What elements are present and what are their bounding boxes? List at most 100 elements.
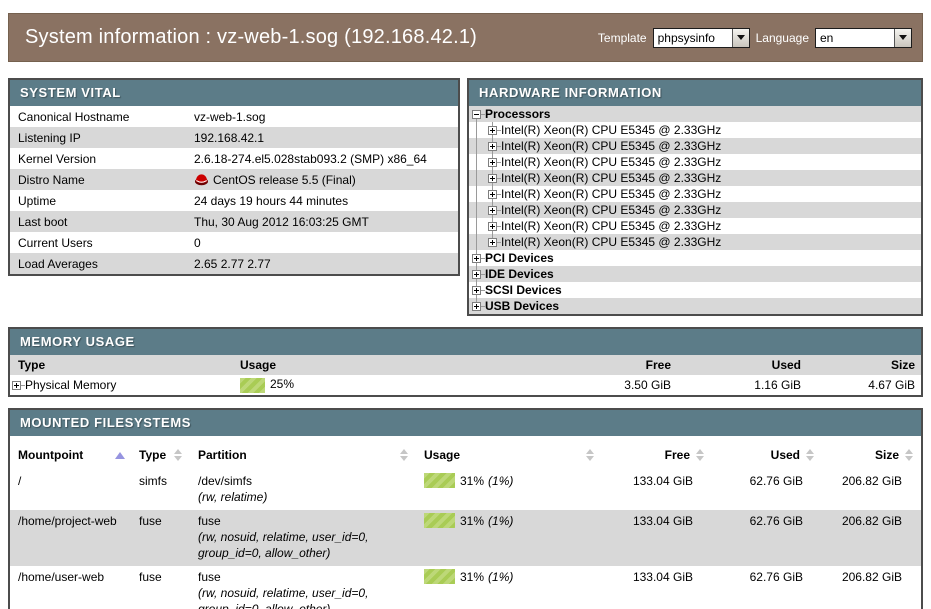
cpu-label: Intel(R) Xeon(R) CPU E5345 @ 2.33GHz bbox=[501, 171, 721, 185]
template-label: Template bbox=[598, 31, 647, 45]
top-panels: SYSTEM VITAL Canonical Hostname vz-web-1… bbox=[8, 78, 923, 316]
language-select[interactable]: en bbox=[815, 28, 912, 48]
usage-bar bbox=[240, 378, 265, 393]
cpu-label: Intel(R) Xeon(R) CPU E5345 @ 2.33GHz bbox=[501, 219, 721, 233]
tree-expand-icon[interactable] bbox=[488, 126, 497, 135]
tree-expand-icon[interactable] bbox=[488, 190, 497, 199]
fs-col-usage[interactable]: Usage bbox=[416, 448, 602, 462]
vital-label: Current Users bbox=[10, 236, 194, 250]
fs-used-value: 62.76 GiB bbox=[712, 569, 822, 609]
vital-row: Current Users 0 bbox=[10, 232, 458, 253]
vital-row: Listening IP 192.168.42.1 bbox=[10, 127, 458, 148]
tree-expand-icon[interactable] bbox=[488, 206, 497, 215]
usage-inode-percent: (1%) bbox=[488, 569, 513, 585]
tree-item-scsi-devices[interactable]: SCSI Devices bbox=[469, 282, 921, 298]
cpu-label: Intel(R) Xeon(R) CPU E5345 @ 2.33GHz bbox=[501, 235, 721, 249]
tree-expand-icon[interactable] bbox=[472, 254, 481, 263]
tree-item-cpu[interactable]: Intel(R) Xeon(R) CPU E5345 @ 2.33GHz bbox=[469, 154, 921, 170]
fs-mountpoint: /home/user-web bbox=[10, 569, 131, 609]
tree-expand-icon[interactable] bbox=[488, 142, 497, 151]
tree-expand-icon[interactable] bbox=[472, 286, 481, 295]
fs-col-mountpoint[interactable]: Mountpoint bbox=[10, 448, 131, 462]
fs-col-type[interactable]: Type bbox=[131, 448, 190, 462]
sort-both-icon bbox=[583, 449, 596, 461]
fs-partition: /dev/simfs bbox=[198, 474, 252, 488]
fs-col-label: Partition bbox=[198, 448, 247, 462]
fs-mount-options: (rw, relatime) bbox=[198, 490, 267, 504]
fs-col-size[interactable]: Size bbox=[822, 448, 921, 462]
header-controls: Template phpsysinfo Language en bbox=[598, 28, 922, 48]
tree-expand-icon[interactable] bbox=[12, 381, 21, 390]
tree-item-cpu[interactable]: Intel(R) Xeon(R) CPU E5345 @ 2.33GHz bbox=[469, 202, 921, 218]
vital-row: Canonical Hostname vz-web-1.sog bbox=[10, 106, 458, 127]
vital-label: Listening IP bbox=[10, 131, 194, 145]
usage-inode-percent: (1%) bbox=[488, 513, 513, 529]
vital-value: 192.168.42.1 bbox=[194, 131, 458, 145]
tree-item-ide-devices[interactable]: IDE Devices bbox=[469, 266, 921, 282]
tree-item-processors[interactable]: Processors bbox=[469, 106, 921, 122]
tree-item-cpu[interactable]: Intel(R) Xeon(R) CPU E5345 @ 2.33GHz bbox=[469, 234, 921, 250]
tree-item-usb-devices[interactable]: USB Devices bbox=[469, 298, 921, 314]
vital-label: Uptime bbox=[10, 194, 194, 208]
vital-value: Thu, 30 Aug 2012 16:03:25 GMT bbox=[194, 215, 458, 229]
fs-used-value: 62.76 GiB bbox=[712, 513, 822, 561]
dropdown-arrow-icon[interactable] bbox=[732, 29, 749, 47]
tree-item-cpu[interactable]: Intel(R) Xeon(R) CPU E5345 @ 2.33GHz bbox=[469, 186, 921, 202]
dropdown-arrow-icon[interactable] bbox=[894, 29, 911, 47]
fs-partition: fuse bbox=[198, 570, 221, 584]
memory-col-usage: Usage bbox=[240, 358, 565, 372]
language-select-value: en bbox=[816, 29, 894, 47]
vital-value: 0 bbox=[194, 236, 458, 250]
fs-mountpoint: /home/project-web bbox=[10, 513, 131, 561]
tree-expand-icon[interactable] bbox=[472, 270, 481, 279]
tree-collapse-icon[interactable] bbox=[472, 110, 481, 119]
fs-col-partition[interactable]: Partition bbox=[190, 448, 416, 462]
filesystems-header-row: Mountpoint Type Partition Usage Free Use… bbox=[10, 436, 921, 470]
fs-col-label: Mountpoint bbox=[18, 448, 83, 462]
usage-percent: 31% bbox=[460, 473, 484, 489]
fs-col-label: Size bbox=[875, 448, 899, 462]
tree-item-pci-devices[interactable]: PCI Devices bbox=[469, 250, 921, 266]
template-select-value: phpsysinfo bbox=[654, 29, 732, 47]
vital-row: Last boot Thu, 30 Aug 2012 16:03:25 GMT bbox=[10, 211, 458, 232]
filesystem-row: /home/user-web fuse fuse (rw, nosuid, re… bbox=[10, 566, 921, 609]
vital-label: Last boot bbox=[10, 215, 194, 229]
system-vital-title: SYSTEM VITAL bbox=[10, 80, 458, 106]
language-label: Language bbox=[756, 31, 809, 45]
tree-expand-icon[interactable] bbox=[488, 174, 497, 183]
vital-row: Kernel Version 2.6.18-274.el5.028stab093… bbox=[10, 148, 458, 169]
vital-label: Kernel Version bbox=[10, 152, 194, 166]
tree-expand-icon[interactable] bbox=[488, 238, 497, 247]
fs-size-value: 206.82 GiB bbox=[822, 473, 921, 505]
usage-percent: 31% bbox=[460, 569, 484, 585]
tree-item-cpu[interactable]: Intel(R) Xeon(R) CPU E5345 @ 2.33GHz bbox=[469, 122, 921, 138]
vital-value: 2.6.18-274.el5.028stab093.2 (SMP) x86_64 bbox=[194, 152, 458, 166]
usage-bar bbox=[424, 569, 455, 584]
vital-label: Canonical Hostname bbox=[10, 110, 194, 124]
vital-row: Uptime 24 days 19 hours 44 minutes bbox=[10, 190, 458, 211]
fs-type: fuse bbox=[131, 569, 190, 609]
fs-usage-cell: 31% (1%) bbox=[416, 513, 602, 561]
vital-value: vz-web-1.sog bbox=[194, 110, 458, 124]
tree-item-label: IDE Devices bbox=[485, 267, 554, 281]
sort-both-icon bbox=[397, 449, 410, 461]
tree-item-cpu[interactable]: Intel(R) Xeon(R) CPU E5345 @ 2.33GHz bbox=[469, 138, 921, 154]
tree-expand-icon[interactable] bbox=[488, 158, 497, 167]
fs-col-used[interactable]: Used bbox=[712, 448, 822, 462]
fs-col-label: Type bbox=[139, 448, 166, 462]
template-select[interactable]: phpsysinfo bbox=[653, 28, 750, 48]
memory-col-free: Free bbox=[565, 358, 685, 372]
sort-asc-icon bbox=[115, 452, 125, 459]
fs-partition-cell: /dev/simfs (rw, relatime) bbox=[190, 473, 416, 505]
fs-col-free[interactable]: Free bbox=[602, 448, 712, 462]
tree-item-cpu[interactable]: Intel(R) Xeon(R) CPU E5345 @ 2.33GHz bbox=[469, 170, 921, 186]
tree-item-label: USB Devices bbox=[485, 299, 559, 313]
tree-item-cpu[interactable]: Intel(R) Xeon(R) CPU E5345 @ 2.33GHz bbox=[469, 218, 921, 234]
memory-type-cell: Physical Memory bbox=[10, 378, 240, 392]
fs-free-value: 133.04 GiB bbox=[602, 569, 712, 609]
hardware-title: HARDWARE INFORMATION bbox=[469, 80, 921, 106]
tree-expand-icon[interactable] bbox=[488, 222, 497, 231]
memory-type-label: Physical Memory bbox=[25, 378, 116, 392]
tree-expand-icon[interactable] bbox=[472, 302, 481, 311]
cpu-label: Intel(R) Xeon(R) CPU E5345 @ 2.33GHz bbox=[501, 155, 721, 169]
